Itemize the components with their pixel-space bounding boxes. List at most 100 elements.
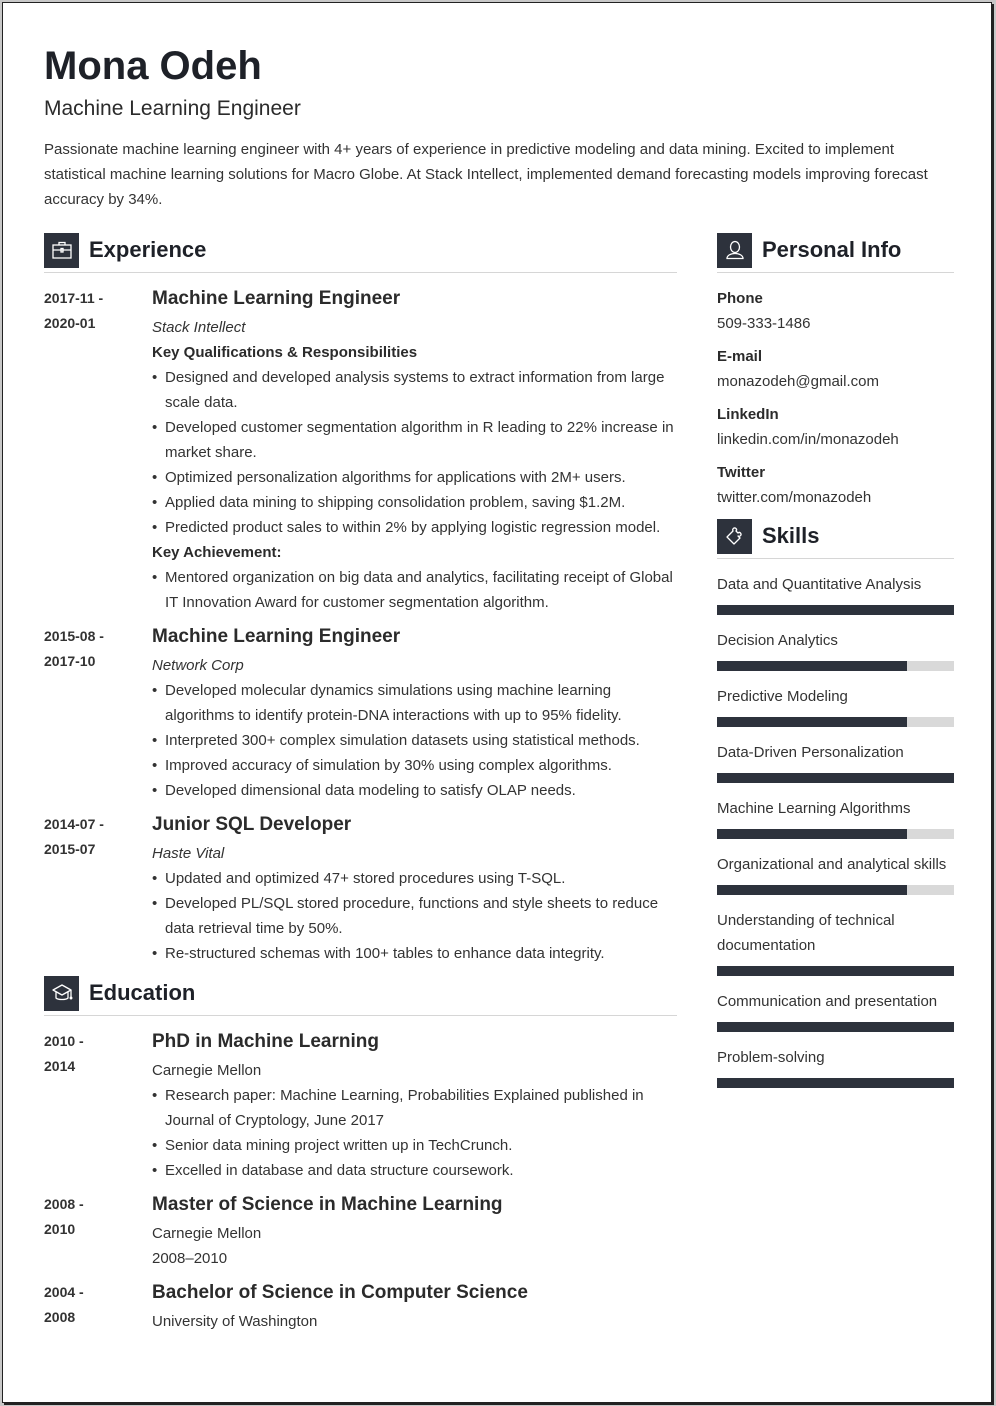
skill-item: Problem-solving bbox=[717, 1045, 954, 1088]
list-item: Developed molecular dynamics simulations… bbox=[152, 678, 677, 728]
info-label: Twitter bbox=[717, 464, 766, 481]
list-item: Updated and optimized 47+ stored procedu… bbox=[152, 866, 677, 891]
skill-item: Communication and presentation bbox=[717, 989, 954, 1032]
date-start: 2004 - bbox=[44, 1284, 84, 1300]
skill-level-fill bbox=[717, 661, 907, 671]
graduation-cap-icon bbox=[44, 975, 79, 1011]
company-name: Network Corp bbox=[152, 657, 244, 674]
responsibilities-list: Developed molecular dynamics simulations… bbox=[152, 678, 677, 803]
date-end: 2020-01 bbox=[44, 315, 96, 331]
company-name: Haste Vital bbox=[152, 845, 225, 862]
skills-section-header: Skills bbox=[717, 518, 954, 559]
job-title: Machine Learning Engineer bbox=[152, 626, 401, 647]
achievement-list: Mentored organization on big data and an… bbox=[152, 565, 677, 615]
education-details-list: Research paper: Machine Learning, Probab… bbox=[152, 1083, 677, 1183]
skill-name: Machine Learning Algorithms bbox=[717, 800, 911, 817]
skill-level-bar bbox=[717, 1078, 954, 1088]
skill-level-bar bbox=[717, 773, 954, 783]
skill-level-bar bbox=[717, 661, 954, 671]
skill-level-fill bbox=[717, 1022, 954, 1032]
experience-heading: Experience bbox=[89, 237, 207, 262]
skill-level-bar bbox=[717, 717, 954, 727]
resume-page: Mona Odeh Machine Learning Engineer Pass… bbox=[2, 2, 992, 1403]
degree-title: Master of Science in Machine Learning bbox=[152, 1194, 503, 1215]
education-heading: Education bbox=[89, 980, 196, 1005]
education-entry: 2010 - 2014 PhD in Machine Learning Carn… bbox=[44, 1029, 677, 1183]
list-item: Improved accuracy of simulation by 30% u… bbox=[152, 753, 677, 778]
experience-section-header: Experience bbox=[44, 232, 677, 273]
date-start: 2017-11 - bbox=[44, 290, 104, 306]
skill-level-fill bbox=[717, 885, 907, 895]
degree-title: Bachelor of Science in Computer Science bbox=[152, 1282, 528, 1303]
list-item: Developed PL/SQL stored procedure, funct… bbox=[152, 891, 677, 941]
skill-level-fill bbox=[717, 829, 907, 839]
entry-dates: 2017-11 - 2020-01 bbox=[44, 286, 152, 615]
personal-info-item-twitter: Twitter twitter.com/monazodeh bbox=[717, 460, 954, 510]
skill-item: Data and Quantitative Analysis bbox=[717, 572, 954, 615]
skill-level-fill bbox=[717, 966, 954, 976]
skill-name: Organizational and analytical skills bbox=[717, 856, 947, 873]
date-start: 2008 - bbox=[44, 1196, 84, 1212]
list-item: Predicted product sales to within 2% by … bbox=[152, 515, 677, 540]
education-section-header: Education bbox=[44, 975, 677, 1016]
entry-dates: 2010 - 2014 bbox=[44, 1029, 152, 1183]
responsibilities-subheading: Key Qualifications & Responsibilities bbox=[152, 344, 418, 361]
date-end: 2017-10 bbox=[44, 653, 96, 669]
entry-dates: 2015-08 - 2017-10 bbox=[44, 624, 152, 803]
achievement-subheading: Key Achievement: bbox=[152, 544, 282, 561]
twitter-link[interactable]: twitter.com/monazodeh bbox=[717, 485, 954, 510]
skill-level-bar bbox=[717, 966, 954, 976]
company-name: Stack Intellect bbox=[152, 319, 246, 336]
experience-entry: 2017-11 - 2020-01 Machine Learning Engin… bbox=[44, 286, 677, 615]
experience-entry: 2015-08 - 2017-10 Machine Learning Engin… bbox=[44, 624, 677, 803]
list-item: Applied data mining to shipping consolid… bbox=[152, 490, 677, 515]
personal-info-item-email: E-mail monazodeh@gmail.com bbox=[717, 344, 954, 394]
list-item: Developed dimensional data modeling to s… bbox=[152, 778, 677, 803]
school-name: Carnegie Mellon bbox=[152, 1062, 262, 1079]
school-name: University of Washington bbox=[152, 1313, 318, 1330]
date-start: 2010 - bbox=[44, 1033, 84, 1049]
linkedin-link[interactable]: linkedin.com/in/monazodeh bbox=[717, 427, 954, 452]
entry-dates: 2008 - 2010 bbox=[44, 1192, 152, 1271]
skill-item: Predictive Modeling bbox=[717, 684, 954, 727]
skill-item: Understanding of technical documentation bbox=[717, 908, 954, 976]
education-entry: 2008 - 2010 Master of Science in Machine… bbox=[44, 1192, 677, 1271]
skill-item: Machine Learning Algorithms bbox=[717, 796, 954, 839]
info-label: Phone bbox=[717, 290, 763, 307]
responsibilities-list: Designed and developed analysis systems … bbox=[152, 365, 677, 540]
list-item: Senior data mining project written up in… bbox=[152, 1133, 677, 1158]
date-end: 2008 bbox=[44, 1309, 76, 1325]
sidebar-column: Personal Info Phone 509-333-1486 E-mail … bbox=[717, 232, 954, 1101]
list-item: Excelled in database and data structure … bbox=[152, 1158, 677, 1183]
skill-level-fill bbox=[717, 773, 954, 783]
personal-info-heading: Personal Info bbox=[762, 237, 902, 262]
responsibilities-list: Updated and optimized 47+ stored procedu… bbox=[152, 866, 677, 966]
list-item: Interpreted 300+ complex simulation data… bbox=[152, 728, 677, 753]
info-label: LinkedIn bbox=[717, 406, 779, 423]
list-item: Mentored organization on big data and an… bbox=[152, 565, 677, 615]
skill-name: Data-Driven Personalization bbox=[717, 744, 904, 761]
phone-value: 509-333-1486 bbox=[717, 315, 811, 332]
main-column: Experience 2017-11 - 2020-01 Machine Lea… bbox=[44, 232, 677, 1343]
list-item: Developed customer segmentation algorith… bbox=[152, 415, 677, 465]
date-end: 2014 bbox=[44, 1058, 76, 1074]
email-value[interactable]: monazodeh@gmail.com bbox=[717, 369, 954, 394]
candidate-name: Mona Odeh bbox=[44, 44, 262, 88]
skill-item: Organizational and analytical skills bbox=[717, 852, 954, 895]
briefcase-icon bbox=[44, 232, 79, 268]
candidate-title: Machine Learning Engineer bbox=[44, 97, 301, 120]
skill-name: Understanding of technical documentation bbox=[717, 912, 895, 954]
list-item: Optimized personalization algorithms for… bbox=[152, 465, 677, 490]
date-end: 2010 bbox=[44, 1221, 76, 1237]
list-item: Research paper: Machine Learning, Probab… bbox=[152, 1083, 677, 1133]
skill-level-bar bbox=[717, 1022, 954, 1032]
date-end: 2015-07 bbox=[44, 841, 96, 857]
job-title: Machine Learning Engineer bbox=[152, 288, 401, 309]
school-name: Carnegie Mellon bbox=[152, 1225, 262, 1242]
personal-info-section-header: Personal Info bbox=[717, 232, 954, 273]
entry-dates: 2014-07 - 2015-07 bbox=[44, 812, 152, 966]
list-item: Designed and developed analysis systems … bbox=[152, 365, 677, 415]
skill-name: Communication and presentation bbox=[717, 993, 938, 1010]
skill-item: Decision Analytics bbox=[717, 628, 954, 671]
list-item: Re-structured schemas with 100+ tables t… bbox=[152, 941, 677, 966]
